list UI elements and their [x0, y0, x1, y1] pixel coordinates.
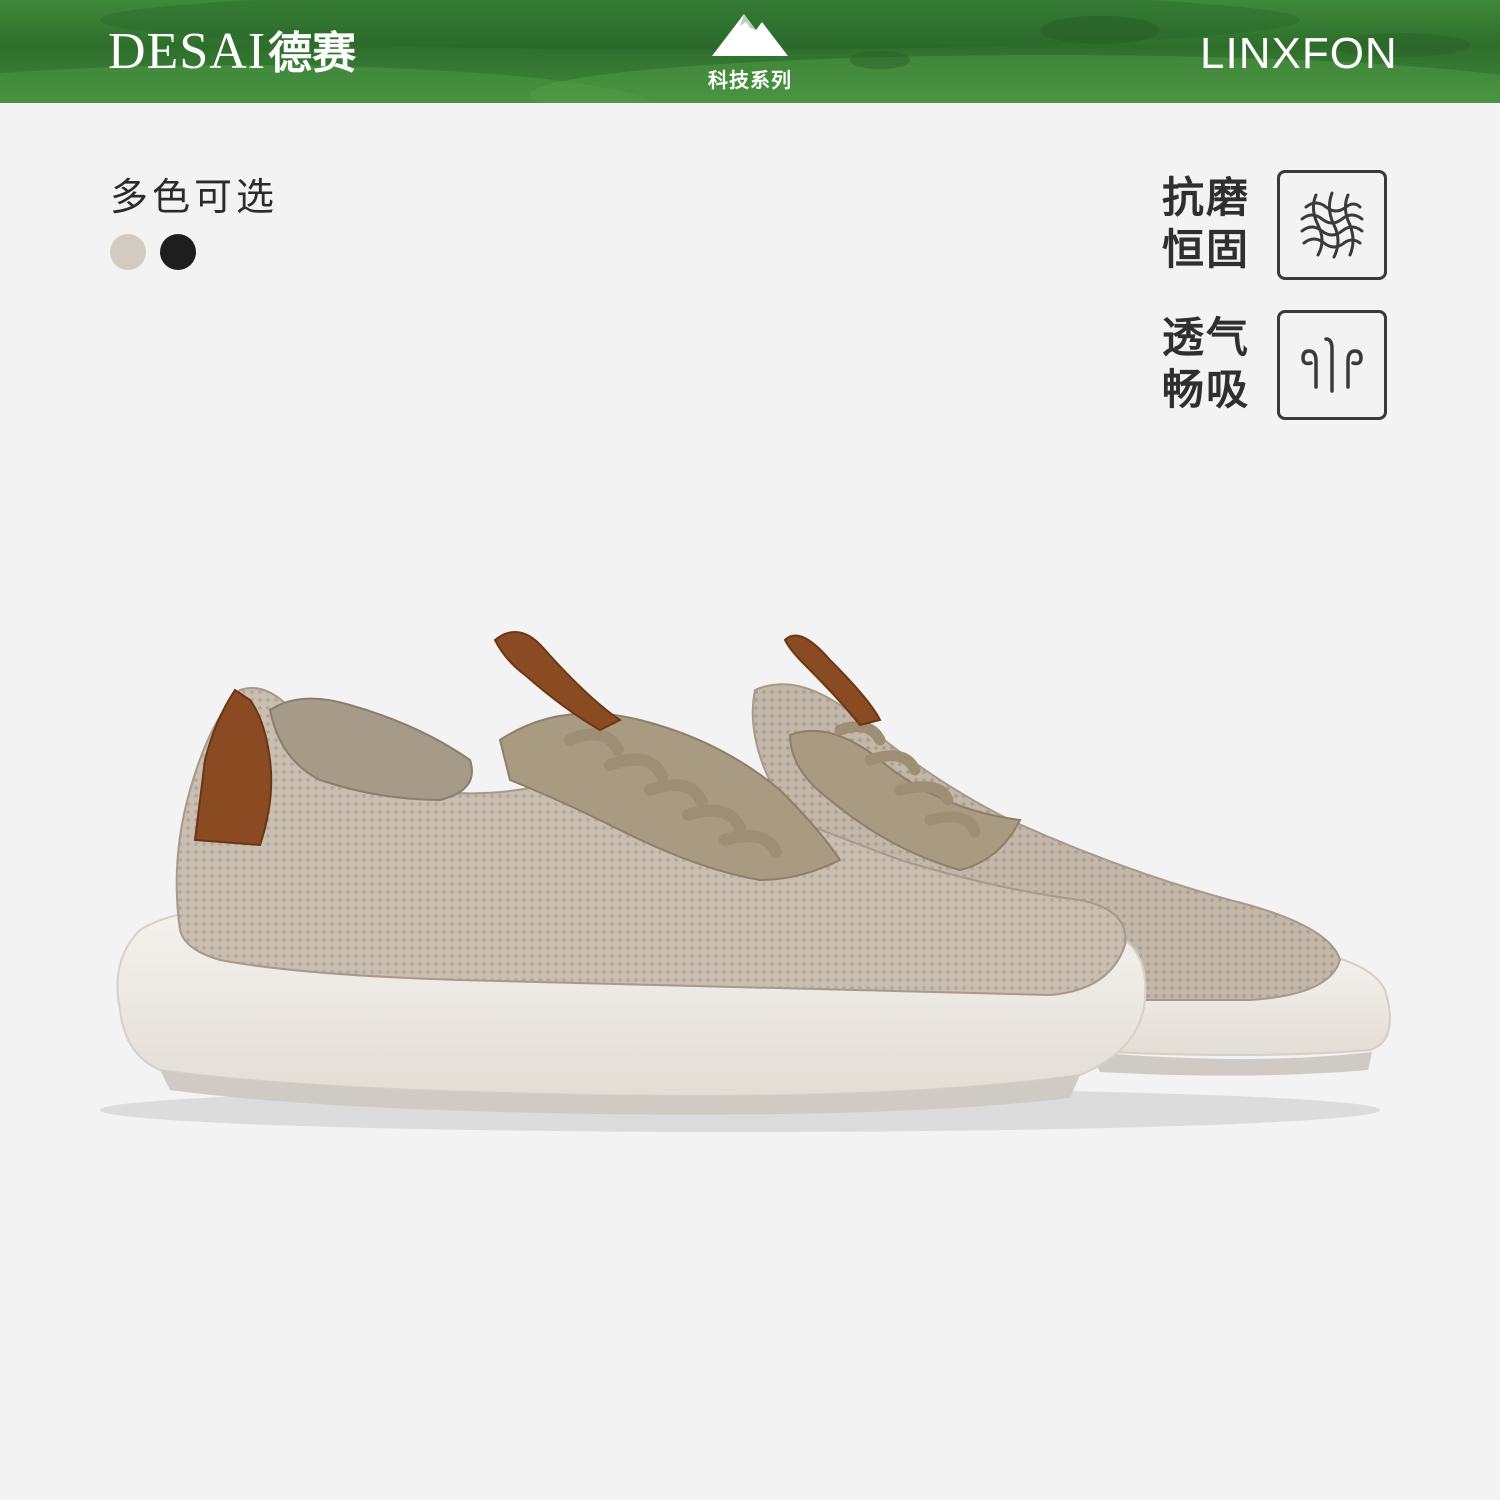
sneaker-pair-image	[100, 631, 1391, 1132]
